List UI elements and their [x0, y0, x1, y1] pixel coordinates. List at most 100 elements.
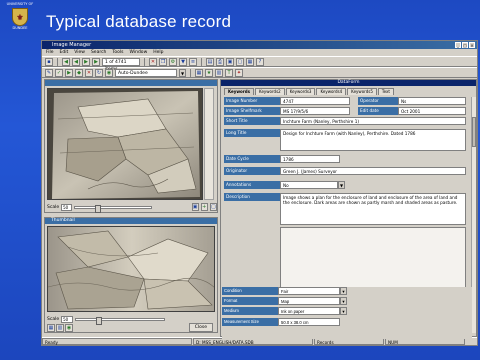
new-record-icon[interactable]: ▪ — [45, 57, 53, 66]
scale-input[interactable]: 50 — [61, 315, 74, 323]
tab-keywords[interactable]: Keywords — [224, 88, 255, 95]
field-value[interactable]: Image shows a plan for the enclosure of … — [280, 193, 466, 225]
layout-icon[interactable]: ▥ — [56, 324, 64, 332]
previous-record-icon[interactable]: ◀ — [72, 57, 80, 66]
map-image-large[interactable] — [47, 88, 203, 200]
first-record-icon[interactable]: ◀ — [62, 57, 70, 66]
field-value[interactable]: Oct 2001 — [398, 107, 466, 115]
chevron-down-icon[interactable]: ▼ — [340, 287, 347, 295]
refresh-icon[interactable]: ↻ — [95, 68, 103, 77]
close-button[interactable]: × — [469, 42, 475, 48]
image-scrollbar[interactable] — [204, 88, 214, 200]
field-label: Medium — [222, 307, 278, 315]
copy-icon[interactable]: ❐ — [159, 57, 167, 66]
image-pane-title — [45, 80, 217, 86]
chevron-down-icon[interactable]: ▼ — [340, 297, 347, 305]
zoom-icon[interactable]: ◉ — [65, 324, 73, 332]
chevron-down-icon[interactable]: ▼ — [340, 307, 347, 315]
field-label: Edit date — [358, 107, 398, 115]
window-icon[interactable]: ▢ — [236, 57, 244, 66]
field-value[interactable]: Inchture Farm (Nanley, Perthshire 1) — [280, 117, 466, 125]
delete-icon[interactable]: ✕ — [149, 57, 157, 66]
tab-text[interactable]: Text — [377, 88, 394, 95]
fit-icon[interactable]: ▣ — [191, 203, 199, 211]
tag-icon[interactable]: ✦ — [235, 68, 243, 77]
help-icon[interactable]: ? — [256, 57, 264, 66]
print-icon[interactable]: ⎙ — [216, 57, 224, 66]
scrollbar-thumb[interactable] — [472, 117, 476, 147]
form-tabs: Keywords Keywords2 Keywords3 Keywords4 K… — [221, 88, 476, 95]
medium-select[interactable]: Ink on paper — [278, 307, 340, 315]
settings-icon[interactable]: ⚙ — [169, 57, 177, 66]
window-titlebar[interactable]: Image Manager _ □ × — [42, 41, 477, 49]
sort-icon[interactable]: ≡ — [189, 57, 197, 66]
field-value[interactable]: 4747 — [280, 97, 350, 105]
close-thumbnail-button[interactable]: Close — [188, 323, 213, 332]
condition-select[interactable]: Fair — [278, 287, 340, 295]
edit-icon[interactable]: ✎ — [45, 68, 53, 77]
chevron-down-icon[interactable]: ▼ — [179, 68, 186, 77]
field-row: Description Image shows a plan for the e… — [224, 193, 466, 225]
thumbnail-tools: ▦ ▥ ◉ — [47, 324, 73, 332]
menu-tools[interactable]: Tools — [112, 49, 123, 56]
next-record-icon[interactable]: ▶ — [82, 57, 90, 66]
window-controls: _ □ × — [455, 42, 475, 48]
map-image-thumbnail[interactable] — [47, 226, 215, 312]
filter-icon[interactable]: ▼ — [179, 57, 187, 66]
scale-input[interactable]: 50 — [61, 203, 72, 211]
fullscreen-icon[interactable]: ▢ — [209, 203, 217, 211]
field-value[interactable]: MS 17/9/5/6 — [280, 107, 350, 115]
check-icon[interactable]: ✓ — [55, 68, 63, 77]
menu-window[interactable]: Window — [130, 49, 148, 56]
field-label: Operator — [358, 97, 398, 105]
menu-file[interactable]: File — [46, 49, 54, 56]
menu-help[interactable]: Help — [153, 49, 163, 56]
field-label: Image Number — [224, 97, 280, 105]
image-icon[interactable]: ◆ — [75, 68, 83, 77]
record-counter: 1 of 4741 items — [102, 57, 140, 72]
format-select[interactable]: Map — [278, 297, 340, 305]
tab-keywords4[interactable]: Keywords4 — [316, 88, 347, 95]
last-record-icon[interactable]: ▶ — [92, 57, 100, 66]
spacer — [224, 227, 280, 289]
field-value[interactable]: 50.0 x 38.0 cm — [278, 318, 340, 326]
forward-icon[interactable]: ▶ — [65, 68, 73, 77]
zoom-icon[interactable]: ◉ — [105, 68, 113, 77]
maximize-button[interactable]: □ — [462, 42, 468, 48]
filter-select[interactable]: Auto-Dundee — [115, 68, 177, 77]
database-icon[interactable]: ▤ — [206, 57, 214, 66]
menu-view[interactable]: View — [74, 49, 85, 56]
thumbnail-pane-title: Thumbnail — [45, 218, 217, 224]
zoom-in-icon[interactable]: + — [200, 203, 208, 211]
tab-keywords5[interactable]: Keywords5 — [347, 88, 377, 95]
tab-keywords3[interactable]: Keywords3 — [285, 88, 316, 95]
zoom-slider[interactable] — [75, 316, 166, 325]
chevron-down-icon[interactable]: ▼ — [338, 181, 345, 189]
field-value[interactable]: Design for Inchture Farm (with Nanley), … — [280, 129, 466, 151]
field-value[interactable]: 1786 — [280, 155, 340, 163]
text-icon[interactable]: T — [225, 68, 233, 77]
crest-top-text: UNIVERSITY OF — [6, 2, 34, 6]
save-icon[interactable]: ▣ — [226, 57, 234, 66]
star-icon[interactable]: ★ — [205, 68, 213, 77]
grid-icon[interactable]: ▦ — [246, 57, 254, 66]
field-label: Condition — [222, 287, 278, 295]
field-row: Measurement Size 50.0 x 38.0 cm — [222, 318, 340, 326]
minimize-button[interactable]: _ — [455, 42, 461, 48]
field-row: Format Map ▼ — [222, 297, 347, 305]
menu-edit[interactable]: Edit — [60, 49, 69, 56]
table-icon[interactable]: ▦ — [195, 68, 203, 77]
tab-keywords2[interactable]: Keywords2 — [255, 88, 285, 95]
field-row: Originator Green J. (James) Surveyor — [224, 167, 466, 175]
cancel-icon[interactable]: ✕ — [85, 68, 93, 77]
field-value[interactable]: Green J. (James) Surveyor — [280, 167, 466, 175]
field-value[interactable]: Ns — [398, 97, 466, 105]
layout-icon[interactable]: ▥ — [215, 68, 223, 77]
field-row: Image Shelfmark MS 17/9/5/6 Edit date Oc… — [224, 107, 466, 115]
annotations-select[interactable]: No — [280, 181, 338, 189]
status-num: NUM — [385, 338, 465, 345]
grid-icon[interactable]: ▦ — [47, 324, 55, 332]
slide-title: Typical database record — [46, 12, 232, 31]
zoom-slider[interactable] — [73, 204, 152, 213]
menu-search[interactable]: Search — [91, 49, 106, 56]
